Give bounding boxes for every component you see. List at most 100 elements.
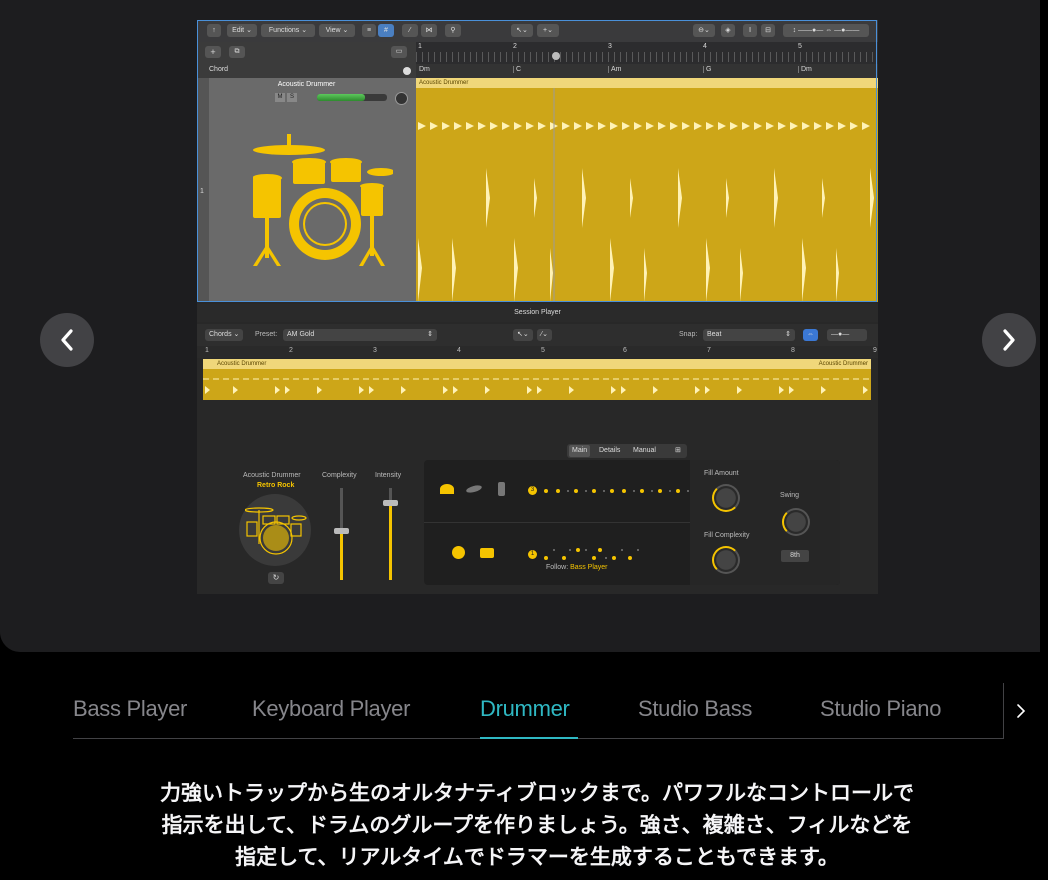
tab-bass-player[interactable]: Bass Player — [73, 683, 187, 739]
drummer-track-header[interactable]: Acoustic Drummer M S — [197, 78, 416, 302]
snare-icon[interactable] — [480, 548, 494, 558]
pencil-tool[interactable]: +⌄ — [537, 24, 559, 37]
fit-horizontal-button[interactable]: ⊟ — [761, 24, 775, 37]
bar-number: 4 — [457, 347, 461, 354]
chevron-right-icon — [1003, 329, 1015, 351]
row2-pattern[interactable] — [542, 544, 642, 566]
drummer-name: Acoustic Drummer — [243, 472, 301, 479]
drummer-region[interactable]: Acoustic Drummer — [416, 78, 878, 302]
session-player-ruler[interactable]: 1 2 3 4 5 6 7 8 9 — [197, 346, 878, 358]
preset-menu[interactable]: AM Gold ⇕ — [283, 329, 437, 341]
back-button[interactable]: ↑ — [207, 24, 221, 37]
bar-number: 3 — [373, 347, 377, 354]
edit-menu[interactable]: Edit ⌄ — [227, 24, 257, 37]
kick-icon[interactable] — [452, 546, 465, 559]
pan-knob[interactable] — [395, 92, 408, 105]
catch-button[interactable]: ⚲ — [445, 24, 461, 37]
functions-menu[interactable]: Functions ⌄ — [261, 24, 315, 37]
complexity-slider[interactable] — [334, 488, 349, 580]
tab-details[interactable]: Details — [599, 445, 620, 457]
duplicate-track-button[interactable]: ⧉ — [229, 46, 245, 58]
view-menu[interactable]: View ⌄ — [319, 24, 355, 37]
tab-studio-piano[interactable]: Studio Piano — [820, 683, 941, 739]
intensity-slider[interactable] — [383, 488, 398, 580]
pointer-tool[interactable]: ↖⌄ — [513, 329, 533, 341]
chord-track: Dm C Am G Dm — [416, 64, 878, 78]
preset-label: Preset: — [255, 331, 278, 338]
description-line: 力強いトラップから生のオルタナティブロックまで。パワフルなコントロールで — [160, 782, 914, 805]
chord-track-toggle[interactable] — [403, 67, 411, 75]
solo-button[interactable]: S — [287, 93, 297, 102]
tab-keyboard-player[interactable]: Keyboard Player — [252, 683, 410, 739]
swing-knob[interactable] — [782, 508, 810, 536]
fill-panel: Fill Amount Fill Complexity Swing 8th — [690, 460, 840, 585]
session-player-toolbar: Chords ⌄ Preset: AM Gold ⇕ ↖⌄ ⁄⌄ Snap: Be… — [197, 324, 878, 346]
tab-drummer[interactable]: Drummer — [480, 683, 570, 739]
timeline-ruler[interactable]: 1 2 3 4 5 — [416, 42, 878, 64]
row1-pattern[interactable] — [542, 486, 692, 496]
automation-button[interactable]: ⁄ — [402, 24, 418, 37]
player-tabs: Bass Player Keyboard Player Drummer Stud… — [73, 683, 1003, 739]
track-number: 1 — [200, 188, 204, 195]
previous-slide-button[interactable] — [40, 313, 94, 367]
cymbal-icon[interactable] — [440, 484, 454, 494]
fit-vertical-button[interactable]: Ⅰ — [743, 24, 757, 37]
fill-amount-knob[interactable] — [712, 484, 740, 512]
bar-number: 1 — [418, 43, 422, 50]
pointer-tool[interactable]: ↖⌄ — [511, 24, 533, 37]
tab-main[interactable]: Main — [569, 445, 591, 457]
next-slide-button[interactable] — [982, 313, 1036, 367]
track-number-column: 1 — [197, 78, 209, 302]
drum-kit-icon — [245, 507, 307, 555]
link-button[interactable]: ⇔ — [803, 329, 818, 341]
volume-slider[interactable] — [317, 94, 387, 101]
playhead-handle[interactable] — [552, 52, 560, 60]
tab-manual[interactable]: Manual — [633, 445, 656, 457]
description-line: 指定して、リアルタイムでドラマーを生成することもできます。 — [235, 846, 839, 869]
shaker-icon[interactable] — [498, 482, 505, 496]
flex-button[interactable]: ⋈ — [421, 24, 437, 37]
bar-number: 1 — [205, 347, 209, 354]
grid-view-button[interactable]: # — [378, 24, 394, 37]
pencil-tool[interactable]: ⁄⌄ — [537, 329, 553, 341]
snap-button[interactable]: ◈ — [721, 24, 735, 37]
snap-menu[interactable]: Beat ⇕ — [703, 329, 795, 341]
swing-value[interactable]: 8th — [781, 550, 809, 562]
follow-value[interactable]: Bass Player — [570, 564, 607, 571]
chord: Dm — [798, 66, 812, 73]
logic-pro-screenshot: ↑ Edit ⌄ Functions ⌄ View ⌄ ≡ # ⁄ ⋈ ⚲ ↖⌄… — [197, 20, 878, 594]
tabs-next-button[interactable] — [1003, 683, 1038, 739]
tab-studio-bass[interactable]: Studio Bass — [638, 683, 752, 739]
refresh-icon[interactable]: ↻ — [268, 572, 284, 584]
active-tab-indicator — [480, 737, 578, 739]
zoom-slider[interactable]: ↕ ——●— ⇔ —●—— — [783, 24, 869, 37]
chords-menu[interactable]: Chords ⌄ — [205, 329, 244, 341]
folder-button[interactable]: ▭ — [391, 46, 407, 58]
bar-number: 5 — [541, 347, 545, 354]
region-name: Acoustic Drummer — [416, 78, 878, 88]
session-player-title: Session Player — [197, 304, 878, 322]
fill-complexity-label: Fill Complexity — [704, 532, 750, 539]
add-track-button[interactable]: + — [205, 46, 221, 58]
zoom-slider[interactable]: —●— — [827, 329, 867, 341]
drummer-avatar[interactable] — [239, 494, 311, 566]
feature-description: 力強いトラップから生のオルタナティブロックまで。パワフルなコントロールで 指示を… — [100, 778, 974, 874]
mute-button[interactable]: M — [275, 93, 285, 102]
region-name-left: Acoustic Drummer — [217, 361, 267, 367]
grid-icon[interactable]: ⊞ — [675, 445, 681, 457]
track-header-area: + ⧉ ▭ Chord — [197, 42, 416, 78]
hihat-icon[interactable] — [465, 484, 483, 494]
chevron-left-icon — [61, 329, 73, 351]
follow-label: Follow: Bass Player — [546, 564, 608, 571]
media-stage: ↑ Edit ⌄ Functions ⌄ View ⌄ ≡ # ⁄ ⋈ ⚲ ↖⌄… — [0, 0, 1040, 652]
fill-complexity-knob[interactable] — [712, 546, 740, 574]
bar-number: 9 — [873, 347, 877, 354]
complexity-label: Complexity — [322, 472, 357, 479]
bar-number: 2 — [289, 347, 293, 354]
chord: C — [513, 66, 521, 73]
row2-count: 1 — [528, 550, 537, 559]
zoom-menu[interactable]: ⊖⌄ — [693, 24, 715, 37]
session-player-region[interactable]: Acoustic Drummer Acoustic Drummer — [203, 359, 871, 400]
list-view-button[interactable]: ≡ — [362, 24, 376, 37]
bar-number: 5 — [798, 43, 802, 50]
